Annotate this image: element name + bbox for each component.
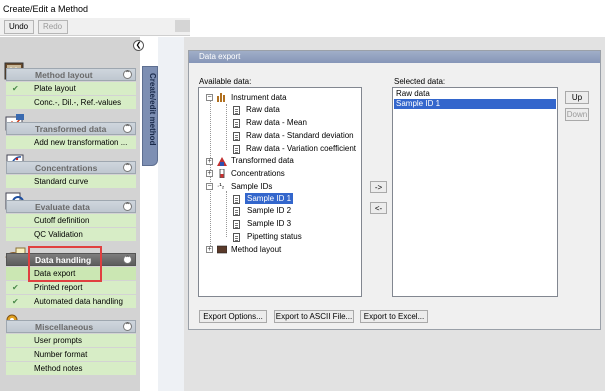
toolbar: Undo Redo [0, 18, 190, 36]
tree-item-instrument-data[interactable]: Instrument data [231, 92, 287, 103]
sample-ids-icon: ·¹₂ [217, 183, 225, 190]
sidebar-item-label: Cutoff definition [34, 216, 90, 225]
section-title: Method layout [35, 70, 93, 80]
document-icon [233, 195, 240, 204]
tree-item-raw-data-sd[interactable]: Raw data - Standard deviation [246, 130, 354, 141]
collapse-section-icon[interactable]: ⌃ [123, 163, 132, 172]
export-excel-button[interactable]: Export to Excel... [360, 310, 428, 323]
selected-data-label: Selected data: [394, 77, 446, 86]
document-icon [233, 233, 240, 242]
tree-item-method-layout[interactable]: Method layout [231, 244, 281, 255]
sidebar-item-label: Plate layout [34, 84, 76, 93]
collapse-node-icon[interactable]: − [206, 183, 213, 190]
method-layout-icon [217, 245, 227, 254]
check-icon: ✔ [12, 84, 19, 93]
expand-node-icon[interactable]: + [206, 246, 213, 253]
section-title: Transformed data [35, 124, 107, 134]
tree-item-raw-data-mean[interactable]: Raw data - Mean [246, 117, 307, 128]
selected-item-raw-data[interactable]: Raw data [394, 89, 556, 99]
section-title: Concentrations [35, 163, 98, 173]
document-icon [233, 132, 240, 141]
export-ascii-button[interactable]: Export to ASCII File... [274, 310, 354, 323]
sidebar-item-label: Add new transformation ... [34, 138, 128, 147]
document-icon [233, 220, 240, 229]
sidebar-item-label: Printed report [34, 283, 83, 292]
tree-item-raw-data[interactable]: Raw data [246, 104, 280, 115]
sidebar-item-label: Standard curve [34, 177, 89, 186]
document-icon [233, 106, 240, 115]
sidebar-item-add-transformation[interactable]: Add new transformation ... [6, 136, 136, 149]
toolbar-spacer [175, 20, 190, 32]
section-miscellaneous[interactable]: Miscellaneous ⌃ [6, 320, 136, 333]
sidebar-item-number-format[interactable]: Number format [6, 348, 136, 361]
sidebar-item-qc-validation[interactable]: QC Validation [6, 228, 136, 241]
panel-title: Data export [189, 51, 600, 63]
section-evaluate-data[interactable]: Evaluate data ⌃ [6, 200, 136, 213]
window-title: Create/Edit a Method [0, 0, 190, 18]
sidebar-item-label: QC Validation [34, 230, 83, 239]
undo-button[interactable]: Undo [4, 20, 34, 34]
sidebar-item-automated-data-handling[interactable]: Automated data handling [6, 295, 136, 308]
highlight-box [28, 246, 102, 282]
tab-label: Create/edit method [148, 73, 157, 146]
move-down-button[interactable]: Down [565, 108, 589, 121]
sidebar-item-label: Conc.-, Dil.-, Ref.-values [34, 98, 122, 107]
collapse-section-icon[interactable]: ⌃ [123, 322, 132, 331]
tree-line [226, 104, 227, 150]
section-transformed-data[interactable]: Transformed data ⌃ [6, 122, 136, 135]
sidebar-item-label: Number format [34, 350, 88, 359]
redo-button[interactable]: Redo [38, 20, 68, 34]
section-method-layout[interactable]: Method layout ⌃ [6, 68, 136, 81]
sidebar-item-label: Method notes [34, 364, 83, 373]
sidebar-item-label: User prompts [34, 336, 83, 345]
remove-from-selected-button[interactable]: <- [370, 202, 387, 214]
sidebar-item-user-prompts[interactable]: User prompts [6, 334, 136, 347]
expand-node-icon[interactable]: + [206, 158, 213, 165]
section-concentrations[interactable]: Concentrations ⌃ [6, 161, 136, 174]
tree-item-sample-id-3[interactable]: Sample ID 3 [247, 218, 291, 229]
instrument-data-icon [217, 93, 225, 102]
section-title: Miscellaneous [35, 322, 94, 332]
collapse-section-icon[interactable]: ⌃ [123, 70, 132, 79]
sidebar-item-method-notes[interactable]: Method notes [6, 362, 136, 375]
sidebar-item-printed-report[interactable]: Printed report [6, 281, 136, 294]
document-icon [233, 145, 240, 154]
collapse-section-icon[interactable]: ⌃ [123, 255, 132, 264]
sidebar-item-conc-values[interactable]: Conc.-, Dil.-, Ref.-values [6, 96, 136, 109]
move-up-button[interactable]: Up [565, 91, 589, 104]
transformed-data-icon [217, 157, 227, 166]
selected-item-sample-id-1[interactable]: Sample ID 1 [394, 99, 556, 109]
tree-item-transformed-data[interactable]: Transformed data [231, 155, 294, 166]
add-to-selected-button[interactable]: -> [370, 181, 387, 193]
selected-data-list[interactable] [392, 87, 558, 297]
tree-item-sample-id-2[interactable]: Sample ID 2 [247, 205, 291, 216]
check-icon: ✔ [12, 283, 19, 292]
document-icon [233, 207, 240, 216]
expand-node-icon[interactable]: + [206, 170, 213, 177]
document-icon [233, 119, 240, 128]
tab-strip [158, 37, 184, 391]
tree-item-raw-data-cv[interactable]: Raw data - Variation coefficient [246, 143, 356, 154]
tree-item-concentrations[interactable]: Concentrations [231, 168, 285, 179]
concentrations-icon [219, 169, 225, 178]
collapse-section-icon[interactable]: ⌃ [123, 202, 132, 211]
available-data-label: Available data: [199, 77, 252, 86]
tree-line [226, 191, 227, 237]
export-options-button[interactable]: Export Options... [199, 310, 267, 323]
sidebar-item-cutoff-definition[interactable]: Cutoff definition [6, 214, 136, 227]
collapse-node-icon[interactable]: − [206, 94, 213, 101]
tree-item-pipetting-status[interactable]: Pipetting status [247, 231, 302, 242]
section-title: Evaluate data [35, 202, 90, 212]
collapse-sidebar-icon[interactable]: ❮ [133, 40, 144, 51]
tree-item-sample-ids[interactable]: Sample IDs [231, 181, 272, 192]
sidebar-item-standard-curve[interactable]: Standard curve [6, 175, 136, 188]
sidebar-item-plate-layout[interactable]: Plate layout [6, 82, 136, 95]
tree-item-sample-id-1[interactable]: Sample ID 1 [245, 193, 294, 204]
check-icon: ✔ [12, 297, 19, 306]
sidebar-item-label: Automated data handling [34, 297, 123, 306]
collapse-section-icon[interactable]: ⌃ [123, 124, 132, 133]
